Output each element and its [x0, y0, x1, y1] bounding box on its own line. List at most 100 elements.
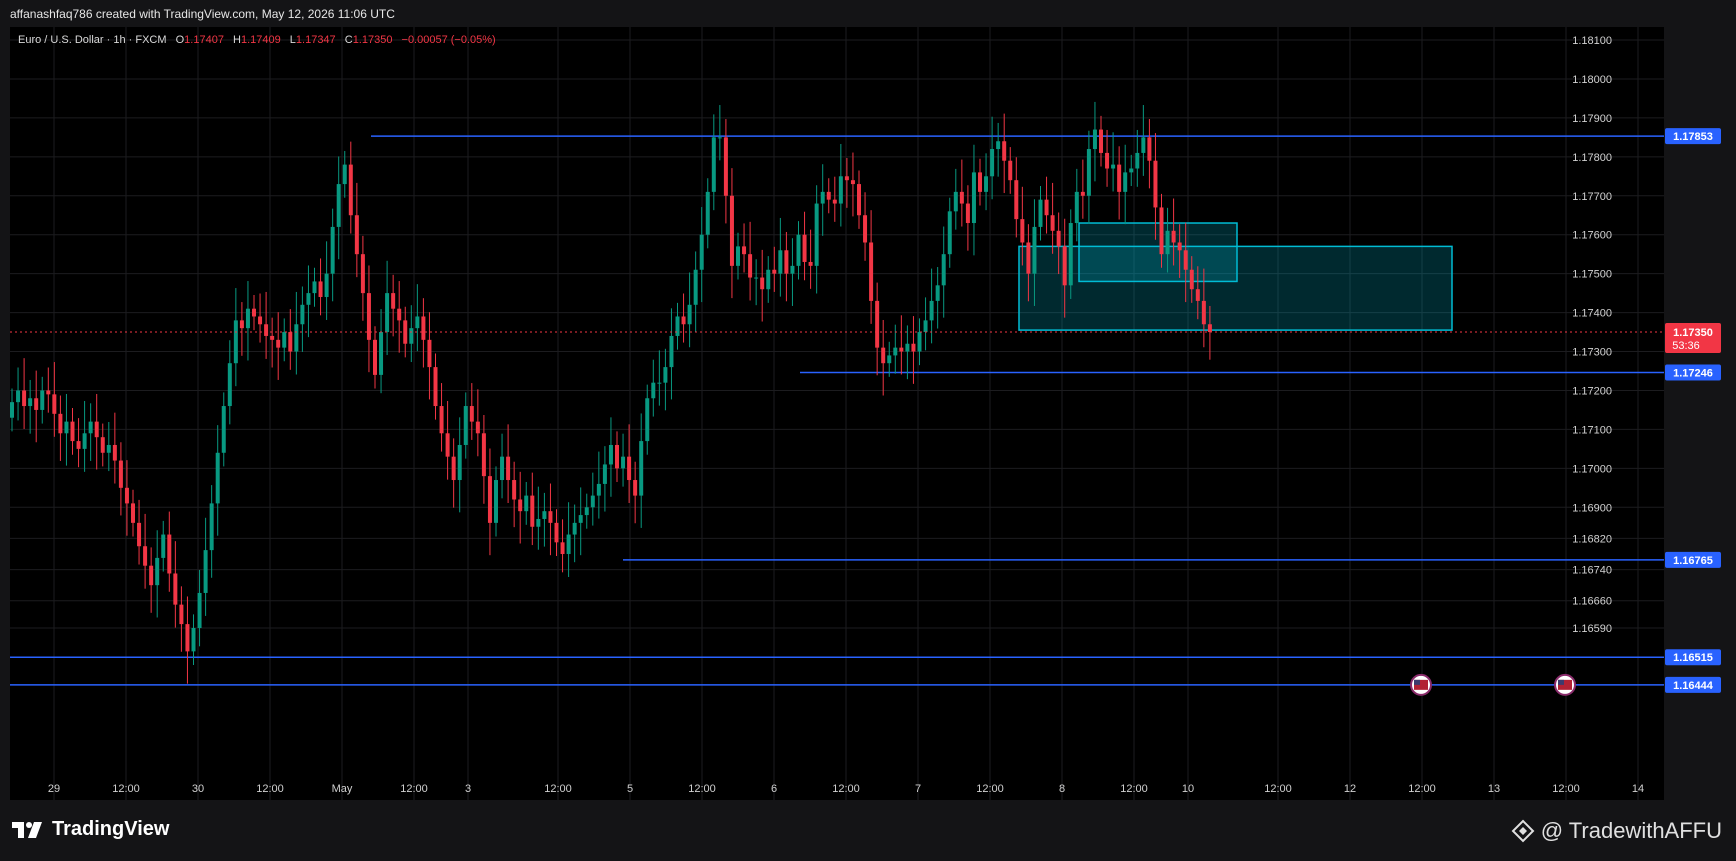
candle-body: [772, 269, 777, 274]
close-label: C: [344, 34, 353, 46]
candle-body: [887, 355, 892, 364]
flag-canton: [1414, 679, 1420, 685]
candle-body: [748, 254, 753, 278]
time-tick-label: 29: [48, 783, 60, 795]
candle-body: [203, 550, 208, 593]
candle-body: [959, 191, 964, 204]
time-tick-label: 13: [1488, 783, 1500, 795]
candle-body: [651, 382, 656, 399]
time-tick-label: 12:00: [256, 783, 284, 795]
candle-body: [512, 480, 517, 500]
candle-body: [1159, 207, 1164, 255]
candle-body: [294, 324, 299, 352]
price-tick-label: 1.18000: [1572, 74, 1612, 86]
candle-body: [239, 320, 244, 329]
candle-body: [917, 332, 922, 352]
level-price-label: 1.16444: [1673, 680, 1714, 692]
time-tick-label: 12:00: [400, 783, 428, 795]
candle-body: [475, 421, 480, 434]
candle-body: [252, 308, 256, 317]
candle-body: [360, 254, 365, 294]
candle-body: [1086, 149, 1091, 196]
price-tick-label: 1.16740: [1572, 565, 1612, 577]
time-tick-label: 14: [1632, 783, 1644, 795]
candle-body: [1165, 230, 1170, 255]
candle-body: [796, 234, 801, 266]
candle-body: [832, 199, 837, 204]
candle-body: [566, 534, 571, 555]
candle-body: [742, 246, 747, 255]
candle-body: [675, 316, 680, 336]
candle-body: [554, 522, 559, 543]
candle-body: [258, 316, 263, 325]
candle-body: [487, 476, 492, 523]
candle-body: [1207, 324, 1212, 333]
candle-body: [953, 191, 958, 212]
candle-body: [421, 316, 426, 340]
candle-body: [633, 480, 638, 496]
candle-body: [373, 339, 377, 375]
candle-body: [754, 277, 759, 279]
candle-body: [875, 300, 880, 348]
candle-body: [984, 176, 989, 192]
low-value: 1.17347: [295, 34, 336, 46]
candle-body: [627, 456, 632, 481]
tradingview-logo-icon: [12, 821, 42, 838]
candle-body: [451, 456, 456, 481]
candle-body: [1123, 172, 1128, 192]
symbol-label[interactable]: Euro / U.S. Dollar · 1h · FXCM: [18, 34, 167, 46]
chart-window: affanashfaq786 created with TradingView.…: [0, 0, 1736, 861]
candle-body: [621, 456, 626, 469]
candle-body: [657, 382, 662, 384]
candle-body: [481, 433, 486, 477]
candle-body: [1008, 160, 1013, 181]
supply-demand-zone[interactable]: [1018, 245, 1453, 331]
us-flag-icon[interactable]: [1554, 673, 1576, 696]
brand-text: TradingView: [52, 818, 170, 840]
candle-body: [596, 483, 601, 496]
time-tick-label: 12: [1344, 783, 1356, 795]
tradingview-logo[interactable]: TradingView: [12, 818, 169, 841]
candle-body: [288, 332, 293, 352]
candle-body: [457, 444, 462, 481]
candle-body: [1026, 242, 1031, 274]
candle-body: [645, 398, 650, 442]
candle-body: [790, 265, 795, 274]
candle-body: [124, 487, 129, 504]
candlestick-chart[interactable]: 1.17853 1.17246 1.16765 1.16515 1.16444 1.17…: [0, 0, 1736, 861]
candle-body: [1111, 164, 1116, 169]
candle-body: [760, 277, 765, 290]
candle-body: [106, 444, 111, 453]
candle-body: [857, 184, 861, 216]
candle-body: [1183, 250, 1188, 270]
candle-body: [264, 324, 269, 336]
candle-body: [22, 390, 27, 407]
candle-body: [94, 421, 99, 438]
us-flag-icon[interactable]: [1410, 673, 1432, 696]
price-tick-label: 1.18100: [1572, 35, 1612, 47]
candle-body: [802, 234, 807, 262]
candle-body: [1080, 191, 1085, 196]
candle-body: [276, 339, 281, 348]
candle-body: [354, 215, 359, 255]
candle-body: [693, 269, 698, 305]
candle-body: [179, 604, 184, 625]
candle-body: [826, 191, 831, 200]
candle-body: [64, 421, 69, 434]
watermark-text: @ TradewithAFFU: [1540, 818, 1722, 843]
candle-body: [1002, 141, 1007, 161]
candle-body: [348, 164, 353, 216]
price-tick-label: 1.16820: [1572, 533, 1612, 545]
candle-body: [167, 534, 172, 574]
candle-body: [1201, 300, 1206, 325]
candle-body: [705, 191, 710, 235]
candle-body: [209, 503, 214, 551]
candle-body: [70, 421, 75, 442]
candle-body: [736, 246, 740, 266]
candle-body: [1171, 230, 1176, 243]
candle-body: [687, 304, 692, 325]
candle-body: [590, 495, 595, 508]
candle-body: [1189, 269, 1194, 290]
candle-body: [100, 437, 105, 453]
candle-body: [1153, 160, 1158, 208]
